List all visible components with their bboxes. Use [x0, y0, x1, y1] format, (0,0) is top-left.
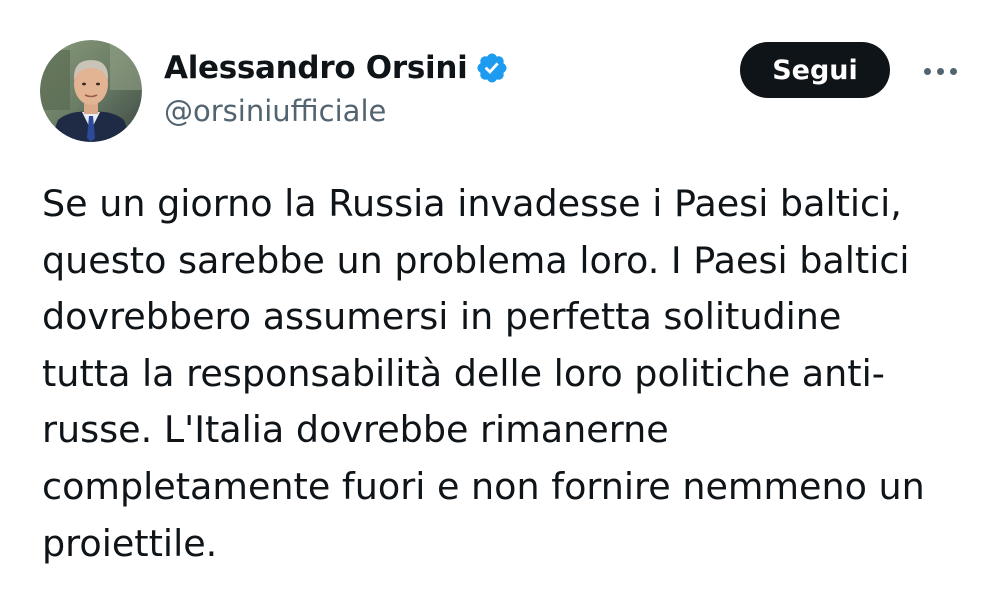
tweet-text: Se un giorno la Russia invadesse i Paesi… [42, 176, 982, 572]
tweet-text-line: questo sarebbe un problema loro. I Paesi… [42, 238, 910, 282]
tweet-text-line: dovrebbero assumersi in perfetta solitud… [42, 295, 842, 339]
more-horizontal-icon [923, 67, 931, 75]
more-options-button[interactable] [910, 56, 970, 86]
tweet-text-line: proiettile. [42, 521, 218, 565]
more-horizontal-icon-dot [949, 67, 957, 75]
display-name-row: Alessandro Orsini [164, 46, 509, 90]
tweet-text-line: tutta la responsabilità delle loro polit… [42, 351, 885, 395]
more-horizontal-icon-dot [936, 67, 944, 75]
tweet-text-line: Se un giorno la Russia invadesse i Paesi… [42, 182, 902, 225]
avatar-image [40, 40, 142, 142]
verified-badge-icon[interactable] [475, 51, 509, 85]
tweet-text-line: completamente fuori e non fornire nemmen… [42, 464, 925, 508]
follow-button[interactable]: Segui [740, 42, 890, 98]
author-names: Alessandro Orsini @orsiniufficiale [164, 46, 509, 128]
avatar[interactable] [40, 40, 142, 142]
tweet-text-line: russe. L'Italia dovrebbe rimanerne [42, 408, 669, 452]
tweet-header: Alessandro Orsini @orsiniufficiale Segui [40, 40, 970, 144]
author-handle[interactable]: @orsiniufficiale [164, 94, 509, 128]
display-name[interactable]: Alessandro Orsini [164, 50, 468, 86]
tweet-card: Alessandro Orsini @orsiniufficiale Segui… [0, 0, 1000, 595]
